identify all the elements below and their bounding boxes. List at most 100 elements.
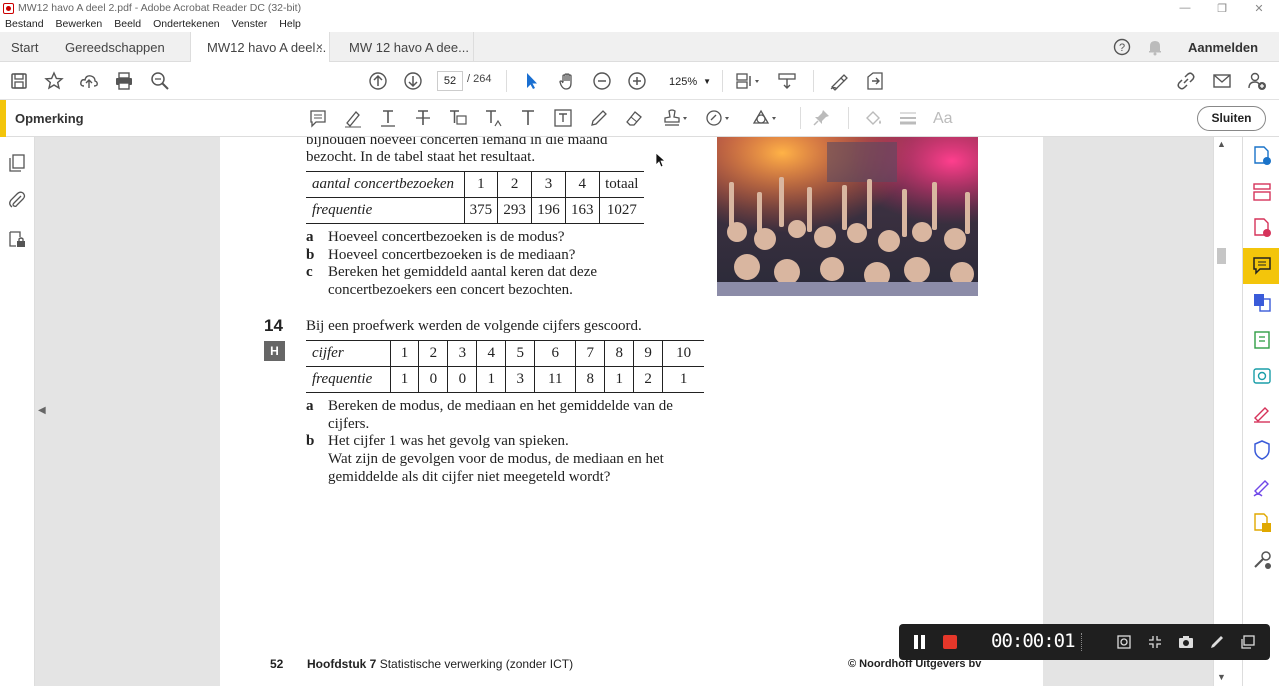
send-file-icon[interactable] xyxy=(865,71,885,91)
collapse-left-panel-icon[interactable]: ◀ xyxy=(38,405,46,416)
table-header-cell: cijfer xyxy=(306,340,391,367)
hand-tool-icon[interactable] xyxy=(557,71,577,91)
draw-pen-icon[interactable] xyxy=(1209,634,1225,650)
print-icon[interactable] xyxy=(114,71,134,91)
zoom-level-select[interactable]: 125% ▼ xyxy=(662,71,716,91)
pin-icon[interactable] xyxy=(810,108,832,128)
notification-bell-icon[interactable] xyxy=(1146,32,1164,62)
table-header-cell: 4 xyxy=(565,171,600,198)
more-tools-icon[interactable] xyxy=(1251,549,1273,571)
underline-text-icon[interactable] xyxy=(377,108,399,128)
protect-shield-icon[interactable] xyxy=(1251,439,1273,461)
window-mode-icon[interactable] xyxy=(1240,634,1256,650)
strikethrough-text-icon[interactable] xyxy=(412,108,434,128)
attachments-paperclip-icon[interactable] xyxy=(7,190,27,210)
upload-cloud-icon[interactable] xyxy=(79,71,99,91)
stamp-icon[interactable] xyxy=(661,108,689,128)
edit-pdf-icon[interactable] xyxy=(1251,329,1273,351)
sign-pen-icon[interactable] xyxy=(829,71,849,91)
shapes-icon[interactable] xyxy=(750,108,778,128)
menu-bestand[interactable]: Bestand xyxy=(5,18,44,30)
fill-color-icon[interactable] xyxy=(862,108,884,128)
scroll-mode-icon[interactable] xyxy=(777,71,797,91)
scroll-down-icon[interactable]: ▼ xyxy=(1217,672,1226,682)
close-window-icon[interactable]: ✕ xyxy=(1241,0,1277,16)
menu-help[interactable]: Help xyxy=(279,18,301,30)
line-style-icon[interactable] xyxy=(897,108,919,128)
table-header-cell: 2 xyxy=(497,171,533,198)
request-signature-icon[interactable] xyxy=(1251,476,1273,498)
help-icon[interactable]: ? xyxy=(1113,32,1131,62)
menu-ondertekenen[interactable]: Ondertekenen xyxy=(153,18,220,30)
insert-text-icon[interactable] xyxy=(482,108,504,128)
pencil-draw-icon[interactable] xyxy=(588,108,610,128)
zoom-out-icon[interactable] xyxy=(592,71,612,91)
zoom-in-icon[interactable] xyxy=(627,71,647,91)
font-style-icon[interactable]: Aa xyxy=(932,108,954,128)
question-letter: b xyxy=(306,433,315,449)
sign-in-button[interactable]: Aanmelden xyxy=(1188,32,1258,62)
menu-venster[interactable]: Venster xyxy=(232,18,268,30)
combine-files-icon[interactable] xyxy=(1251,291,1273,313)
export-pdf-icon[interactable] xyxy=(1251,145,1273,167)
save-icon[interactable] xyxy=(9,71,29,91)
bookmark-star-icon[interactable] xyxy=(44,71,64,91)
sticky-note-icon[interactable] xyxy=(307,108,329,128)
link-share-icon[interactable] xyxy=(1176,71,1196,91)
collapse-icon[interactable] xyxy=(1147,634,1163,650)
organize-pages-icon[interactable] xyxy=(1251,181,1273,203)
replace-text-icon[interactable] xyxy=(447,108,469,128)
send-for-review-icon[interactable] xyxy=(1251,512,1273,534)
title-bar: MW12 havo A deel 2.pdf - Adobe Acrobat R… xyxy=(0,0,1279,16)
menu-beeld[interactable]: Beeld xyxy=(114,18,141,30)
page-thumbnails-icon[interactable] xyxy=(7,153,27,173)
next-page-icon[interactable] xyxy=(403,71,423,91)
scrollbar-thumb[interactable] xyxy=(1217,248,1226,264)
highlight-icon[interactable] xyxy=(342,108,364,128)
close-comment-button[interactable]: Sluiten xyxy=(1197,106,1266,131)
tab-close-icon[interactable]: × xyxy=(316,40,323,54)
select-cursor-icon[interactable] xyxy=(521,71,541,91)
tab-start[interactable]: Start xyxy=(11,32,38,62)
vertical-scrollbar[interactable]: ▲ ▼ xyxy=(1213,137,1228,686)
previous-page-icon[interactable] xyxy=(368,71,388,91)
webcam-icon[interactable] xyxy=(1116,634,1132,650)
page-view-icon[interactable] xyxy=(735,71,763,91)
table-row: frequentie 1 0 0 1 3 11 8 1 2 1 xyxy=(306,366,704,393)
scan-ocr-icon[interactable] xyxy=(1251,365,1273,387)
add-text-icon[interactable] xyxy=(517,108,539,128)
table-header-cell: 1 xyxy=(390,340,420,367)
stop-record-icon[interactable] xyxy=(943,635,957,649)
comment-icon xyxy=(1253,257,1271,275)
security-lock-document-icon[interactable] xyxy=(7,229,27,249)
fill-and-sign-icon[interactable] xyxy=(1251,402,1273,424)
pause-icon[interactable] xyxy=(914,635,918,649)
concert-crowd-photo xyxy=(717,137,978,296)
table-header-row: cijfer 1 2 3 4 5 6 7 8 9 10 xyxy=(306,340,704,367)
email-icon[interactable] xyxy=(1212,71,1232,91)
attach-file-icon[interactable] xyxy=(703,108,731,128)
zoom-search-icon[interactable] xyxy=(150,71,170,91)
table-header-row: aantal concertbezoeken 1 2 3 4 totaal xyxy=(306,171,644,198)
comment-tool-active[interactable] xyxy=(1243,248,1279,284)
eraser-icon[interactable] xyxy=(623,108,645,128)
toolbar-divider xyxy=(722,70,723,92)
mouse-cursor-icon xyxy=(655,152,665,168)
screenshot-camera-icon[interactable] xyxy=(1178,634,1194,650)
table-cell: 8 xyxy=(575,366,606,393)
add-user-icon[interactable] xyxy=(1247,71,1267,91)
minimize-icon[interactable]: — xyxy=(1167,0,1203,16)
question-text: Bereken het gemiddeld aantal keren dat d… xyxy=(328,264,598,280)
question-text: Hoeveel concertbezoeken is de mediaan? xyxy=(328,247,576,263)
scroll-up-icon[interactable]: ▲ xyxy=(1217,139,1226,149)
text-box-icon[interactable] xyxy=(552,108,574,128)
tab-document-2[interactable]: MW 12 havo A dee... xyxy=(331,32,474,62)
table-row: frequentie 375 293 196 163 1027 xyxy=(306,197,644,224)
menu-bewerken[interactable]: Bewerken xyxy=(56,18,103,30)
page-number-input[interactable]: 52 xyxy=(437,71,463,91)
create-pdf-icon[interactable] xyxy=(1251,217,1273,239)
restore-icon[interactable]: ❐ xyxy=(1204,0,1240,16)
acrobat-icon xyxy=(3,2,14,14)
tab-document-active[interactable]: MW12 havo A deel... × xyxy=(190,32,330,62)
tab-tools[interactable]: Gereedschappen xyxy=(65,32,165,62)
